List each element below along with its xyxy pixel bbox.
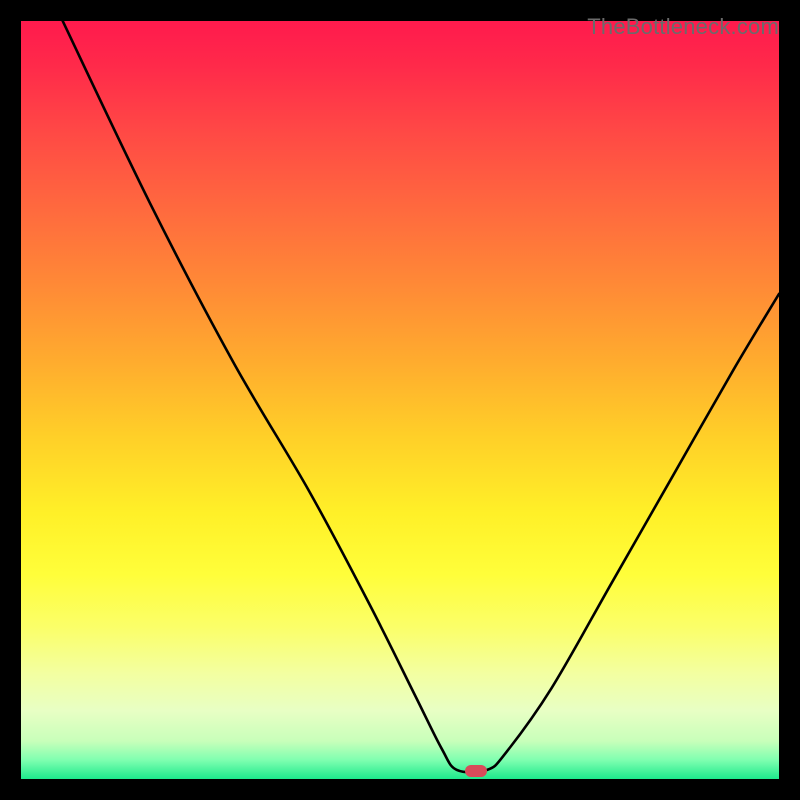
plot-area: [21, 21, 779, 779]
bottleneck-curve: [21, 21, 779, 779]
minimum-marker: [465, 765, 487, 777]
chart-frame: TheBottleneck.com: [14, 14, 786, 786]
watermark-text: TheBottleneck.com: [587, 14, 779, 40]
